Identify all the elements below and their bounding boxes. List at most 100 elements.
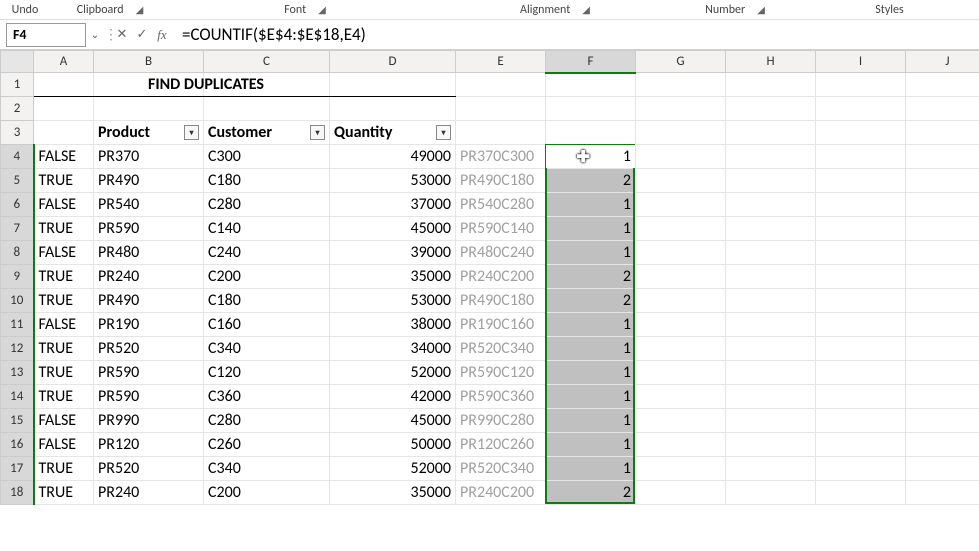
cell-D1[interactable] bbox=[330, 73, 456, 97]
select-all-corner[interactable] bbox=[1, 51, 34, 73]
spreadsheet-grid[interactable]: ABCDEFGHIJ1FIND DUPLICATES23Product▾Cust… bbox=[0, 50, 979, 505]
cell-A18[interactable]: TRUE bbox=[34, 481, 94, 505]
cell-H13[interactable] bbox=[726, 361, 816, 385]
column-header-B[interactable]: B bbox=[94, 51, 204, 73]
cell-A15[interactable]: FALSE bbox=[34, 409, 94, 433]
cell-G9[interactable] bbox=[636, 265, 726, 289]
cell-C13[interactable]: C120 bbox=[204, 361, 330, 385]
cell-J3[interactable] bbox=[906, 121, 979, 145]
cell-H8[interactable] bbox=[726, 241, 816, 265]
cell-E7[interactable]: PR590C140 bbox=[456, 217, 546, 241]
cell-J13[interactable] bbox=[906, 361, 979, 385]
cell-A17[interactable]: TRUE bbox=[34, 457, 94, 481]
cell-A10[interactable]: TRUE bbox=[34, 289, 94, 313]
cell-A11[interactable]: FALSE bbox=[34, 313, 94, 337]
row-header-14[interactable]: 14 bbox=[1, 385, 34, 409]
cell-H10[interactable] bbox=[726, 289, 816, 313]
cell-F13[interactable]: 1 bbox=[546, 361, 636, 385]
cell-C16[interactable]: C260 bbox=[204, 433, 330, 457]
ribbon-group-undo[interactable]: Undo bbox=[8, 3, 43, 17]
row-header-2[interactable]: 2 bbox=[1, 97, 34, 121]
cell-E15[interactable]: PR990C280 bbox=[456, 409, 546, 433]
cell-B1[interactable]: FIND DUPLICATES bbox=[94, 73, 204, 97]
name-box[interactable]: F4 bbox=[6, 23, 86, 47]
cell-B16[interactable]: PR120 bbox=[94, 433, 204, 457]
cell-J10[interactable] bbox=[906, 289, 979, 313]
cell-F16[interactable]: 1 bbox=[546, 433, 636, 457]
dialog-launcher-icon[interactable]: ◢ bbox=[578, 3, 594, 16]
cell-E2[interactable] bbox=[456, 97, 546, 121]
cell-D15[interactable]: 45000 bbox=[330, 409, 456, 433]
cell-A16[interactable]: FALSE bbox=[34, 433, 94, 457]
cell-E12[interactable]: PR520C340 bbox=[456, 337, 546, 361]
cell-E1[interactable] bbox=[456, 73, 546, 97]
column-header-D[interactable]: D bbox=[330, 51, 456, 73]
cell-E17[interactable]: PR520C340 bbox=[456, 457, 546, 481]
cell-D12[interactable]: 34000 bbox=[330, 337, 456, 361]
cell-C14[interactable]: C360 bbox=[204, 385, 330, 409]
cell-C18[interactable]: C200 bbox=[204, 481, 330, 505]
cell-H4[interactable] bbox=[726, 145, 816, 169]
cell-B7[interactable]: PR590 bbox=[94, 217, 204, 241]
cell-F6[interactable]: 1 bbox=[546, 193, 636, 217]
cell-D18[interactable]: 35000 bbox=[330, 481, 456, 505]
row-header-3[interactable]: 3 bbox=[1, 121, 34, 145]
cell-G6[interactable] bbox=[636, 193, 726, 217]
cell-A14[interactable]: TRUE bbox=[34, 385, 94, 409]
column-header-G[interactable]: G bbox=[636, 51, 726, 73]
cell-I10[interactable] bbox=[816, 289, 906, 313]
cell-I6[interactable] bbox=[816, 193, 906, 217]
cell-B4[interactable]: PR370 bbox=[94, 145, 204, 169]
cell-G13[interactable] bbox=[636, 361, 726, 385]
cell-F15[interactable]: 1 bbox=[546, 409, 636, 433]
cell-E5[interactable]: PR490C180 bbox=[456, 169, 546, 193]
cell-B10[interactable]: PR490 bbox=[94, 289, 204, 313]
cell-A9[interactable]: TRUE bbox=[34, 265, 94, 289]
cell-I3[interactable] bbox=[816, 121, 906, 145]
cell-J8[interactable] bbox=[906, 241, 979, 265]
cell-F4[interactable]: 1 bbox=[546, 145, 636, 169]
cell-E9[interactable]: PR240C200 bbox=[456, 265, 546, 289]
cell-B6[interactable]: PR540 bbox=[94, 193, 204, 217]
cell-H5[interactable] bbox=[726, 169, 816, 193]
cell-H9[interactable] bbox=[726, 265, 816, 289]
row-header-13[interactable]: 13 bbox=[1, 361, 34, 385]
cell-B17[interactable]: PR520 bbox=[94, 457, 204, 481]
cell-C8[interactable]: C240 bbox=[204, 241, 330, 265]
cell-E11[interactable]: PR190C160 bbox=[456, 313, 546, 337]
cell-H12[interactable] bbox=[726, 337, 816, 361]
cell-I18[interactable] bbox=[816, 481, 906, 505]
cell-F1[interactable] bbox=[546, 73, 636, 97]
cell-J18[interactable] bbox=[906, 481, 979, 505]
cell-A7[interactable]: TRUE bbox=[34, 217, 94, 241]
cell-I5[interactable] bbox=[816, 169, 906, 193]
filter-dropdown-icon[interactable]: ▾ bbox=[310, 125, 325, 140]
ribbon-group-font[interactable]: Font bbox=[280, 3, 310, 17]
row-header-10[interactable]: 10 bbox=[1, 289, 34, 313]
cell-F3[interactable] bbox=[546, 121, 636, 145]
cell-F7[interactable]: 1 bbox=[546, 217, 636, 241]
cell-C11[interactable]: C160 bbox=[204, 313, 330, 337]
cell-H1[interactable] bbox=[726, 73, 816, 97]
cell-A12[interactable]: TRUE bbox=[34, 337, 94, 361]
cell-C9[interactable]: C200 bbox=[204, 265, 330, 289]
column-header-J[interactable]: J bbox=[906, 51, 979, 73]
cell-J11[interactable] bbox=[906, 313, 979, 337]
filter-dropdown-icon[interactable]: ▾ bbox=[436, 125, 451, 140]
column-header-I[interactable]: I bbox=[816, 51, 906, 73]
cancel-formula-icon[interactable]: ✕ bbox=[112, 27, 132, 42]
cell-H18[interactable] bbox=[726, 481, 816, 505]
cell-D4[interactable]: 49000 bbox=[330, 145, 456, 169]
cell-F5[interactable]: 2 bbox=[546, 169, 636, 193]
cell-D9[interactable]: 35000 bbox=[330, 265, 456, 289]
cell-C5[interactable]: C180 bbox=[204, 169, 330, 193]
cell-B12[interactable]: PR520 bbox=[94, 337, 204, 361]
row-header-4[interactable]: 4 bbox=[1, 145, 34, 169]
cell-G2[interactable] bbox=[636, 97, 726, 121]
cell-B2[interactable] bbox=[94, 97, 204, 121]
cell-G10[interactable] bbox=[636, 289, 726, 313]
filter-dropdown-icon[interactable]: ▾ bbox=[184, 125, 199, 140]
formula-input[interactable]: =COUNTIF($E$4:$E$18,E4) bbox=[172, 24, 979, 45]
cell-D7[interactable]: 45000 bbox=[330, 217, 456, 241]
dialog-launcher-icon[interactable]: ◢ bbox=[314, 3, 330, 16]
